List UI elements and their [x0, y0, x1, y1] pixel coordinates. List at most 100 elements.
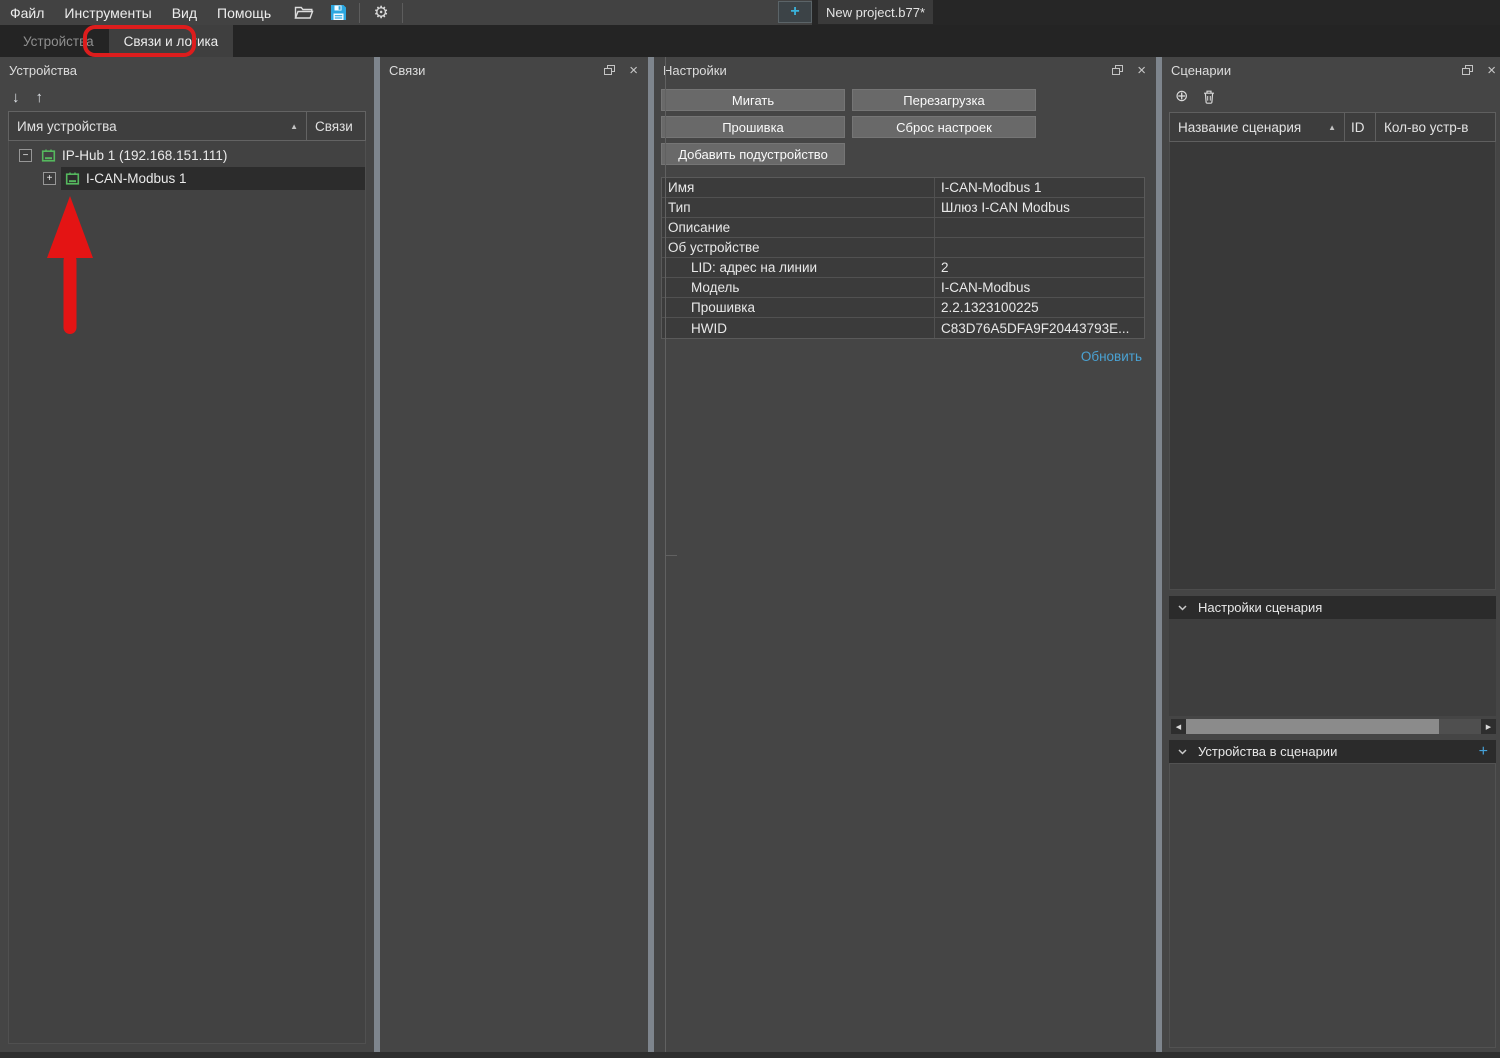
scenarios-panel-title: Сценарии × [1162, 57, 1500, 83]
scenarios-panel-title-label: Сценарии [1171, 63, 1231, 78]
property-value[interactable] [935, 218, 1144, 237]
property-label: HWID [662, 318, 935, 338]
reboot-button[interactable]: Перезагрузка [852, 89, 1036, 111]
menu-view[interactable]: Вид [162, 0, 207, 25]
property-value[interactable]: C83D76A5DFA9F20443793E... [935, 318, 1144, 338]
property-value[interactable]: I-CAN-Modbus 1 [935, 178, 1144, 197]
selected-row-highlight[interactable]: I-CAN-Modbus 1 [61, 167, 365, 190]
save-icon [330, 4, 347, 21]
devices-panel-title: Устройства [0, 57, 374, 83]
reset-settings-button[interactable]: Сброс настроек [852, 116, 1036, 138]
property-label: Тип [662, 198, 935, 217]
column-device-name-label: Имя устройства [17, 119, 117, 134]
scroll-left-icon[interactable]: ◀ [1171, 719, 1186, 734]
property-value[interactable]: 2 [935, 258, 1144, 277]
device-actions: Мигать Перезагрузка Прошивка Сброс настр… [661, 89, 1145, 165]
scenarios-list-empty [1169, 142, 1496, 590]
property-label: Имя [662, 178, 935, 197]
undock-icon[interactable] [1112, 65, 1123, 76]
scenario-settings-section-header[interactable]: Настройки сценария [1169, 596, 1496, 619]
close-icon[interactable]: × [629, 63, 638, 78]
tree-row-label: I-CAN-Modbus 1 [86, 171, 187, 186]
column-device-name[interactable]: Имя устройства ▲ [9, 112, 307, 140]
chevron-down-icon [1178, 605, 1187, 611]
collapse-box-icon[interactable]: − [19, 149, 32, 162]
close-icon[interactable]: × [1487, 63, 1496, 78]
column-device-count[interactable]: Кол-во устр-в [1376, 113, 1495, 141]
scenarios-toolbar: ⊕ [1162, 83, 1500, 110]
links-panel: Связи × [380, 57, 648, 1052]
property-row-type: Тип Шлюз I-CAN Modbus [662, 198, 1144, 218]
property-row-hwid: HWID C83D76A5DFA9F20443793E... [662, 318, 1144, 338]
menu-file[interactable]: Файл [0, 0, 54, 25]
add-scenario-icon[interactable]: ⊕ [1175, 89, 1188, 105]
firmware-button[interactable]: Прошивка [661, 116, 845, 138]
settings-panel-title: Настройки × [654, 57, 1156, 83]
tree-row-ican-modbus[interactable]: + I-CAN-Modbus 1 [9, 167, 365, 190]
column-scenario-name-label: Название сценария [1178, 120, 1301, 135]
column-links[interactable]: Связи [307, 112, 365, 140]
property-value[interactable]: 2.2.1323100225 [935, 298, 1144, 317]
move-up-button[interactable]: ↑ [36, 89, 44, 106]
column-scenario-id[interactable]: ID [1345, 113, 1376, 141]
property-row-name: Имя I-CAN-Modbus 1 [662, 178, 1144, 198]
blink-button[interactable]: Мигать [661, 89, 845, 111]
scrollbar-thumb[interactable] [1186, 719, 1439, 734]
device-icon [65, 172, 80, 186]
tab-links-logic-label: Связи и логика [124, 34, 219, 49]
tree-connector [665, 555, 677, 556]
sort-ascending-icon: ▲ [290, 122, 298, 131]
add-device-to-scenario-icon[interactable]: + [1479, 744, 1488, 760]
save-project-button[interactable] [323, 0, 353, 25]
property-row-firmware: Прошивка 2.2.1323100225 [662, 298, 1144, 318]
links-panel-body [380, 83, 648, 1052]
main-area: Устройства ↓ ↑ Имя устройства ▲ Связи − [0, 57, 1500, 1052]
plus-icon: + [790, 3, 799, 21]
scenario-settings-section-label: Настройки сценария [1198, 600, 1322, 615]
property-value[interactable]: Шлюз I-CAN Modbus [935, 198, 1144, 217]
property-value[interactable]: I-CAN-Modbus [935, 278, 1144, 297]
property-label: LID: адрес на линии [662, 258, 935, 277]
menu-help[interactable]: Помощь [207, 0, 281, 25]
toolbar-separator [402, 3, 403, 23]
settings-content: Мигать Перезагрузка Прошивка Сброс настр… [654, 83, 1156, 364]
scenario-devices-body [1169, 763, 1496, 1048]
mode-tab-strip: Устройства Связи и логика [0, 25, 1500, 57]
open-project-button[interactable] [289, 0, 319, 25]
devices-toolbar: ↓ ↑ [0, 83, 374, 111]
property-label: Об устройстве [662, 238, 935, 257]
property-label: Прошивка [662, 298, 935, 317]
toolbar-separator [359, 3, 360, 23]
close-icon[interactable]: × [1137, 63, 1146, 78]
expand-box-icon[interactable]: + [43, 172, 56, 185]
scenario-devices-section-label: Устройства в сценарии [1198, 744, 1337, 759]
tab-links-logic[interactable]: Связи и логика [109, 25, 234, 57]
column-scenario-name[interactable]: Название сценария ▲ [1170, 113, 1345, 141]
devices-table-header: Имя устройства ▲ Связи [8, 111, 366, 141]
links-panel-title-label: Связи [389, 63, 425, 78]
document-tab[interactable]: New project.b77* [818, 0, 933, 24]
chevron-down-icon [1178, 749, 1187, 755]
settings-panel: Настройки × Мигать Перезагрузка Прошивка… [654, 57, 1156, 1052]
undock-icon[interactable] [604, 65, 615, 76]
scenario-settings-body [1169, 619, 1496, 716]
tab-devices[interactable]: Устройства [8, 25, 109, 57]
menu-tools[interactable]: Инструменты [54, 0, 161, 25]
scroll-right-icon[interactable]: ▶ [1481, 719, 1496, 734]
sort-ascending-icon: ▲ [1328, 123, 1336, 132]
refresh-link[interactable]: Обновить [661, 349, 1145, 364]
property-row-description: Описание [662, 218, 1144, 238]
folder-icon [294, 5, 314, 20]
move-down-button[interactable]: ↓ [12, 89, 20, 106]
new-tab-button[interactable]: + [778, 1, 812, 23]
tree-row-ip-hub[interactable]: − IP-Hub 1 (192.168.151.111) [9, 144, 365, 167]
scenario-devices-section-header[interactable]: Устройства в сценарии + [1169, 740, 1496, 763]
settings-button[interactable]: ⚙ [366, 0, 396, 25]
delete-scenario-icon[interactable] [1203, 90, 1215, 104]
menu-bar: Файл Инструменты Вид Помощь ⚙ + [0, 0, 1500, 25]
undock-icon[interactable] [1462, 65, 1473, 76]
add-subdevice-button[interactable]: Добавить подустройство [661, 143, 845, 165]
scrollbar-track[interactable] [1439, 719, 1481, 734]
column-device-count-label: Кол-во устр-в [1384, 120, 1468, 135]
links-panel-title: Связи × [380, 57, 648, 83]
